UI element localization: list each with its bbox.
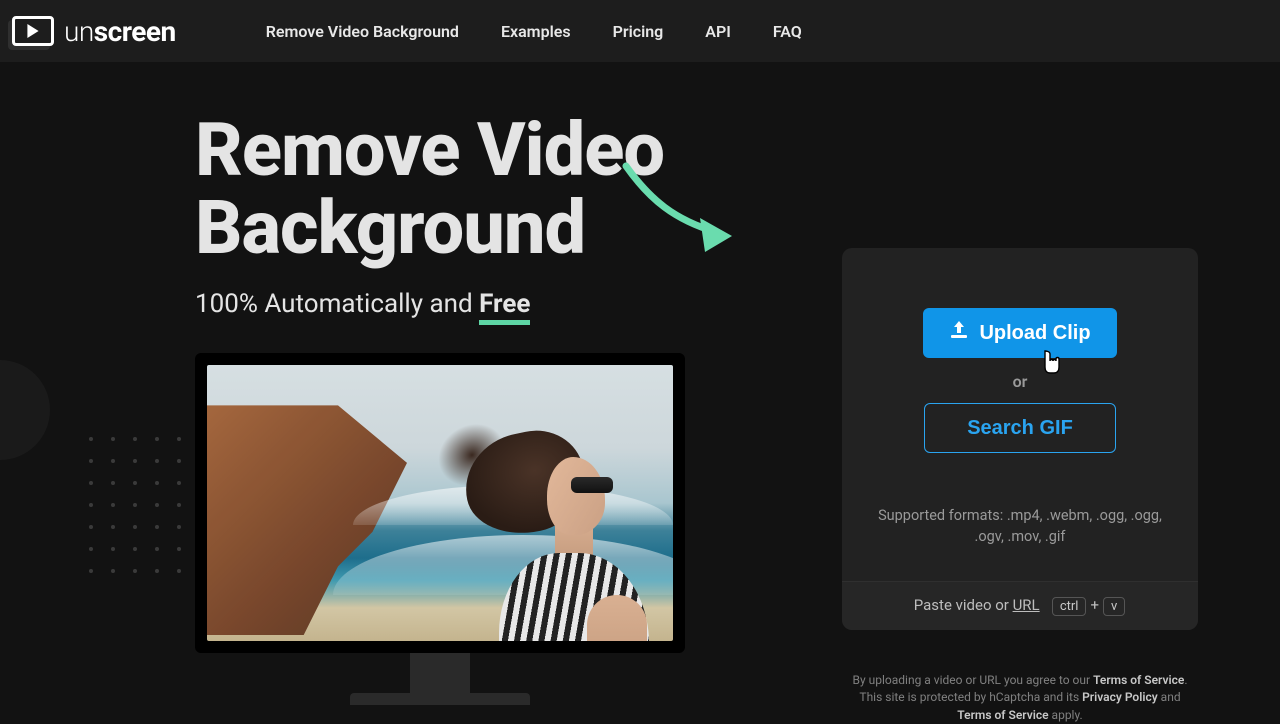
or-divider: or bbox=[868, 372, 1172, 391]
brand-logo[interactable]: unscreen bbox=[12, 15, 176, 48]
play-logo-icon bbox=[12, 16, 54, 46]
supported-formats-text: Supported formats: .mp4, .webm, .ogg, .o… bbox=[868, 505, 1172, 547]
upload-panel: Upload Clip or Search GIF Supported form… bbox=[842, 248, 1198, 630]
nav-remove-bg[interactable]: Remove Video Background bbox=[266, 22, 459, 41]
tos-link[interactable]: Terms of Service bbox=[1093, 673, 1184, 687]
page-subheadline: 100% Automatically and Free bbox=[195, 289, 835, 319]
paste-hint: Paste video or URL ctrl+v bbox=[842, 581, 1198, 630]
legal-disclaimer: By uploading a video or URL you agree to… bbox=[842, 672, 1198, 724]
nav-api[interactable]: API bbox=[705, 22, 731, 41]
privacy-link[interactable]: Privacy Policy bbox=[1082, 690, 1158, 704]
main-nav: Remove Video Background Examples Pricing… bbox=[266, 22, 802, 41]
page-headline: Remove Video Background bbox=[195, 112, 835, 267]
search-gif-button[interactable]: Search GIF bbox=[924, 403, 1116, 453]
kbd-v: v bbox=[1103, 597, 1125, 616]
brand-name: unscreen bbox=[64, 15, 176, 48]
upload-clip-label: Upload Clip bbox=[979, 322, 1090, 345]
upload-icon bbox=[949, 321, 969, 345]
upload-clip-button[interactable]: Upload Clip bbox=[923, 308, 1116, 358]
paste-url-link[interactable]: URL bbox=[1013, 596, 1040, 614]
nav-faq[interactable]: FAQ bbox=[773, 22, 802, 41]
nav-pricing[interactable]: Pricing bbox=[613, 22, 664, 41]
nav-examples[interactable]: Examples bbox=[501, 22, 571, 41]
kbd-ctrl: ctrl bbox=[1052, 597, 1087, 616]
top-nav: unscreen Remove Video Background Example… bbox=[0, 0, 1280, 62]
hero-monitor-illustration bbox=[195, 353, 685, 705]
